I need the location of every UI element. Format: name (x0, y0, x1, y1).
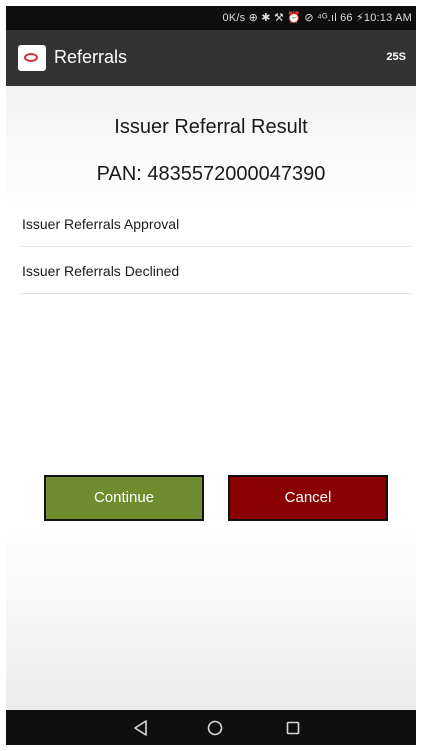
back-icon[interactable] (129, 716, 153, 740)
list-item[interactable]: Issuer Referrals Declined (20, 247, 412, 294)
status-text: 0K/s ⊕ ✱ ⚒ ⏰ ⊘ ⁴ᴳ.ıl 66 ⚡10:13 AM (222, 12, 412, 24)
home-icon[interactable] (203, 716, 227, 740)
pan-number: PAN: 4835572000047390 (96, 163, 326, 185)
cancel-button[interactable]: Cancel (228, 475, 388, 521)
result-title: Issuer Referral Result (114, 116, 308, 138)
device-screen: 0K/s ⊕ ✱ ⚒ ⏰ ⊘ ⁴ᴳ.ıl 66 ⚡10:13 AM Referr… (6, 6, 416, 745)
app-bar: Referrals 25S (6, 30, 416, 86)
status-bar: 0K/s ⊕ ✱ ⚒ ⏰ ⊘ ⁴ᴳ.ıl 66 ⚡10:13 AM (6, 6, 416, 30)
recents-icon[interactable] (281, 716, 305, 740)
card-logo-icon (18, 45, 46, 71)
navigation-bar (6, 710, 416, 745)
continue-button[interactable]: Continue (44, 475, 204, 521)
app-title: Referrals (54, 47, 128, 67)
content-area: Issuer Referral Result PAN: 483557200004… (6, 86, 416, 710)
countdown-timer: 25S (386, 51, 406, 63)
result-list: Issuer Referrals Approval Issuer Referra… (20, 200, 412, 294)
list-item[interactable]: Issuer Referrals Approval (20, 200, 412, 247)
